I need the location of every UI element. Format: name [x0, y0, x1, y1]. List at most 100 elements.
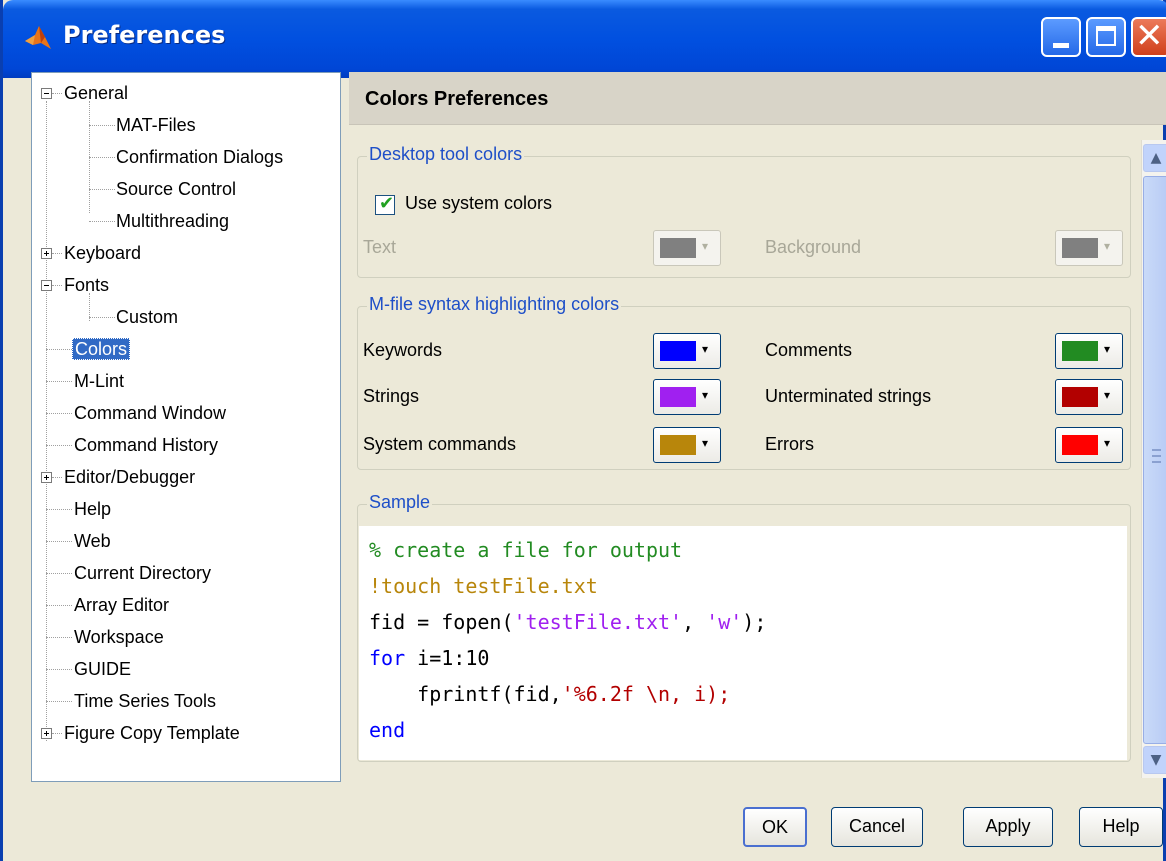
maximize-button[interactable] [1086, 17, 1126, 57]
title-bar[interactable]: Preferences ✕ [3, 0, 1166, 78]
comments-color-swatch [1062, 341, 1098, 361]
chevron-down-icon: ▾ [1104, 342, 1111, 356]
tree-item-command-window[interactable]: Command Window [72, 399, 228, 427]
minimize-icon [1053, 43, 1069, 48]
text-color-button: ▾ [653, 230, 721, 266]
expand-keyboard-icon[interactable] [41, 248, 52, 259]
window-title: Preferences [63, 21, 226, 49]
tree-item-mat-files[interactable]: MAT-Files [114, 111, 198, 139]
maximize-icon [1096, 26, 1116, 46]
strings-color-button[interactable]: ▾ [653, 379, 721, 415]
tree-item-source-control[interactable]: Source Control [114, 175, 238, 203]
sample-code-area: % create a file for output !touch testFi… [359, 526, 1127, 760]
collapse-general-icon[interactable] [41, 88, 52, 99]
tree-item-general[interactable]: General [62, 79, 130, 107]
code-comment-line: % create a file for output [369, 538, 683, 562]
tree-item-guide[interactable]: GUIDE [72, 655, 133, 683]
tree-item-m-lint[interactable]: M-Lint [72, 367, 126, 395]
system-commands-color-button[interactable]: ▾ [653, 427, 721, 463]
text-color-label: Text [363, 237, 397, 257]
expand-figure-copy-template-icon[interactable] [41, 728, 52, 739]
use-system-colors-label: Use system colors [405, 193, 553, 213]
system-commands-color-swatch [660, 435, 696, 455]
use-system-colors-checkbox[interactable]: ✔ [375, 193, 395, 215]
code-unterminated-string: '%6.2f \n, i); [561, 682, 731, 706]
background-color-button: ▾ [1055, 230, 1123, 266]
code-end-line: end [369, 718, 406, 742]
matlab-logo-icon [25, 26, 51, 49]
code-string: 'testFile.txt' [513, 610, 683, 634]
tree-item-editor-debugger[interactable]: Editor/Debugger [62, 463, 197, 491]
system-commands-label: System commands [363, 434, 517, 454]
scroll-down-button[interactable]: ▼ [1143, 746, 1166, 774]
background-color-label: Background [765, 237, 862, 257]
keywords-label: Keywords [363, 340, 443, 360]
minimize-button[interactable] [1041, 17, 1081, 57]
unterminated-strings-color-button[interactable]: ▾ [1055, 379, 1123, 415]
chevron-down-icon: ▼ [1150, 752, 1162, 768]
chevron-down-icon: ▾ [702, 342, 709, 356]
scroll-up-button[interactable]: ▲ [1143, 144, 1166, 172]
code-text: fid = fopen( [369, 610, 514, 634]
keywords-color-swatch [660, 341, 696, 361]
apply-button[interactable]: Apply [963, 807, 1053, 847]
scrollbar-thumb[interactable] [1143, 176, 1166, 744]
unterminated-strings-color-swatch [1062, 387, 1098, 407]
strings-label: Strings [363, 386, 420, 406]
tree-item-web[interactable]: Web [72, 527, 113, 555]
tree-item-array-editor[interactable]: Array Editor [72, 591, 171, 619]
preferences-tree: General MAT-Files Confirmation Dialogs S… [31, 72, 341, 782]
preferences-window: Preferences ✕ General MAT-Files Confirma… [0, 0, 1166, 861]
collapse-fonts-icon[interactable] [41, 280, 52, 291]
chevron-down-icon: ▾ [702, 388, 709, 402]
tree-item-help[interactable]: Help [72, 495, 113, 523]
desktop-tool-colors-legend: Desktop tool colors [367, 144, 525, 165]
tree-item-figure-copy-template[interactable]: Figure Copy Template [62, 719, 242, 747]
code-text: fprintf(fid, [369, 682, 562, 706]
panel-header: Colors Preferences [349, 72, 1166, 125]
close-button[interactable]: ✕ [1131, 17, 1166, 57]
code-text: ); [742, 610, 767, 634]
code-text: , [682, 610, 707, 634]
tree-item-current-directory[interactable]: Current Directory [72, 559, 213, 587]
code-string: 'w' [706, 610, 743, 634]
keywords-color-button[interactable]: ▾ [653, 333, 721, 369]
ok-button[interactable]: OK [743, 807, 807, 847]
tree-item-command-history[interactable]: Command History [72, 431, 220, 459]
tree-item-colors[interactable]: Colors [72, 335, 131, 363]
tree-item-multithreading[interactable]: Multithreading [114, 207, 231, 235]
background-color-swatch [1062, 238, 1098, 258]
code-fprintf-line: fprintf(fid,'%6.2f \n, i); [369, 682, 730, 706]
chevron-down-icon: ▾ [1104, 388, 1111, 402]
panel-title: Colors Preferences [365, 88, 549, 110]
chevron-down-icon: ▾ [1104, 239, 1111, 253]
tree-item-keyboard[interactable]: Keyboard [62, 239, 143, 267]
chevron-down-icon: ▾ [1104, 436, 1111, 450]
grip-icon [1152, 449, 1161, 463]
tree-item-workspace[interactable]: Workspace [72, 623, 166, 651]
comments-color-button[interactable]: ▾ [1055, 333, 1123, 369]
code-system-command-line: !touch testFile.txt [369, 574, 598, 598]
code-for-line: for i=1:10 [369, 646, 489, 670]
code-text: i=1:10 [405, 646, 490, 670]
tree-item-time-series-tools[interactable]: Time Series Tools [72, 687, 218, 715]
errors-color-button[interactable]: ▾ [1055, 427, 1123, 463]
strings-color-swatch [660, 387, 696, 407]
errors-label: Errors [765, 434, 814, 454]
help-button[interactable]: Help [1079, 807, 1163, 847]
panel-scrollbar[interactable]: ▲ ▼ [1141, 140, 1166, 778]
cancel-button[interactable]: Cancel [831, 807, 923, 847]
chevron-down-icon: ▾ [702, 436, 709, 450]
close-icon: ✕ [1135, 16, 1164, 56]
tree-item-custom[interactable]: Custom [114, 303, 180, 331]
desktop-tool-colors-group [357, 156, 1131, 278]
syntax-colors-legend: M-file syntax highlighting colors [367, 294, 622, 315]
tree-item-confirmation-dialogs[interactable]: Confirmation Dialogs [114, 143, 285, 171]
expand-editor-debugger-icon[interactable] [41, 472, 52, 483]
code-keyword: for [369, 646, 406, 670]
code-fopen-line: fid = fopen('testFile.txt', 'w'); [369, 610, 766, 634]
chevron-down-icon: ▾ [702, 239, 709, 253]
text-color-swatch [660, 238, 696, 258]
errors-color-swatch [1062, 435, 1098, 455]
tree-item-fonts[interactable]: Fonts [62, 271, 111, 299]
